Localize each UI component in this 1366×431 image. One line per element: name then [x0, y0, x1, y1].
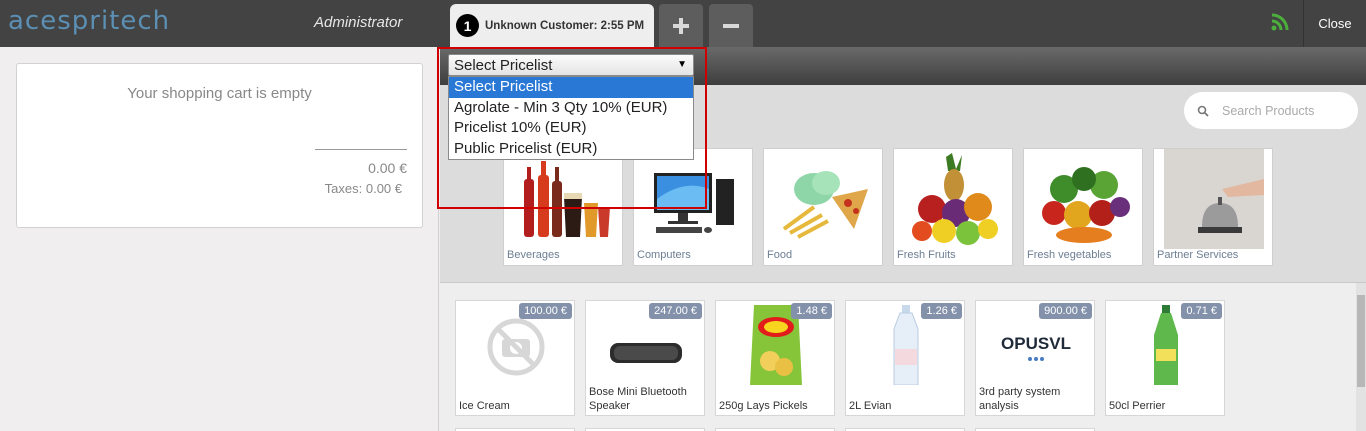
price-badge: 100.00 €	[519, 303, 572, 319]
price-badge: 247.00 €	[649, 303, 702, 319]
search-products-input[interactable]: Search Products	[1184, 92, 1358, 129]
order-number-badge: 1	[456, 14, 479, 37]
cart-empty-message: Your shopping cart is empty	[127, 85, 312, 102]
product-name: Ice Cream	[459, 400, 510, 412]
top-bar: acespritech Administrator 1 Unknown Cust…	[0, 0, 1366, 47]
pricelist-option[interactable]: Select Pricelist	[449, 77, 693, 98]
price-badge: 1.48 €	[791, 303, 832, 319]
category-fresh-vegetables[interactable]: Fresh vegetables	[1023, 148, 1143, 266]
category-partner-services[interactable]: Partner Services	[1153, 148, 1273, 266]
food-image	[782, 171, 868, 239]
pricelist-selected-value: Select Pricelist	[454, 56, 553, 74]
price-badge: 1.26 €	[921, 303, 962, 319]
product-list-scrollbar[interactable]	[1356, 283, 1366, 431]
add-order-button[interactable]	[659, 4, 703, 47]
close-button[interactable]: Close	[1303, 0, 1366, 47]
category-label: Computers	[637, 249, 691, 261]
connection-status[interactable]	[1270, 12, 1290, 37]
pricelist-option[interactable]: Public Pricelist (EUR)	[449, 139, 693, 160]
wifi-signal-icon	[1271, 13, 1289, 31]
remove-order-button[interactable]	[709, 4, 753, 47]
product-card[interactable]: 100.00 € Ice Cream	[455, 300, 575, 416]
shopping-cart: Your shopping cart is empty 0.00 € Taxes…	[16, 63, 423, 228]
order-tab-1[interactable]: 1 Unknown Customer: 2:55 PM	[450, 4, 654, 47]
minus-icon	[723, 23, 739, 28]
product-name: 2L Evian	[849, 400, 892, 412]
close-button-label: Close	[1318, 16, 1352, 31]
fresh-fruits-image	[912, 153, 998, 245]
category-fresh-fruits[interactable]: Fresh Fruits	[893, 148, 1013, 266]
product-name: 250g Lays Pickels	[719, 400, 808, 412]
cart-total: 0.00 €	[368, 160, 407, 176]
product-name: 3rd party system analysis	[979, 386, 1061, 412]
order-panel: Your shopping cart is empty 0.00 € Taxes…	[0, 47, 439, 431]
category-food[interactable]: Food	[763, 148, 883, 266]
search-placeholder: Search Products	[1222, 103, 1315, 118]
user-name[interactable]: Administrator	[314, 14, 402, 31]
product-name: 50cl Perrier	[1109, 400, 1166, 412]
pricelist-select[interactable]: Select Pricelist ▼	[448, 54, 694, 76]
search-icon	[1197, 105, 1209, 117]
company-logo: acespritech	[8, 4, 170, 38]
product-card[interactable]: OPUSVL 900.00 € 3rd party system analysi…	[975, 300, 1095, 416]
product-card[interactable]: 1.26 € 2L Evian	[845, 300, 965, 416]
product-card[interactable]: 247.00 € Bose Mini Bluetooth Speaker	[585, 300, 705, 416]
pricelist-option[interactable]: Pricelist 10% (EUR)	[449, 118, 693, 139]
logo-text: acespritech	[8, 6, 171, 36]
opusvl-logo-text: OPUSVL	[1001, 334, 1071, 353]
dropdown-arrow-icon: ▼	[677, 59, 687, 70]
price-badge: 0.71 €	[1181, 303, 1222, 319]
order-tab-label: Unknown Customer: 2:55 PM	[485, 19, 645, 32]
cart-divider	[315, 149, 407, 150]
cart-taxes: Taxes: 0.00 €	[324, 181, 402, 196]
pricelist-dropdown: Select Pricelist Agrolate - Min 3 Qty 10…	[448, 76, 694, 160]
pricelist-option[interactable]: Agrolate - Min 3 Qty 10% (EUR)	[449, 98, 693, 119]
category-label: Fresh Fruits	[897, 249, 956, 261]
category-label: Fresh vegetables	[1027, 249, 1112, 261]
plus-icon	[673, 17, 689, 34]
category-label: Beverages	[507, 249, 560, 261]
price-badge: 900.00 €	[1039, 303, 1092, 319]
fresh-vegetables-image	[1042, 167, 1130, 243]
product-card[interactable]: 0.71 € 50cl Perrier	[1105, 300, 1225, 416]
category-label: Partner Services	[1157, 249, 1239, 261]
product-card[interactable]: 1.48 € 250g Lays Pickels	[715, 300, 835, 416]
product-name: Bose Mini Bluetooth Speaker	[589, 386, 687, 412]
scrollbar-thumb[interactable]	[1357, 295, 1365, 387]
partner-services-image	[1164, 149, 1264, 249]
category-label: Food	[767, 249, 793, 261]
